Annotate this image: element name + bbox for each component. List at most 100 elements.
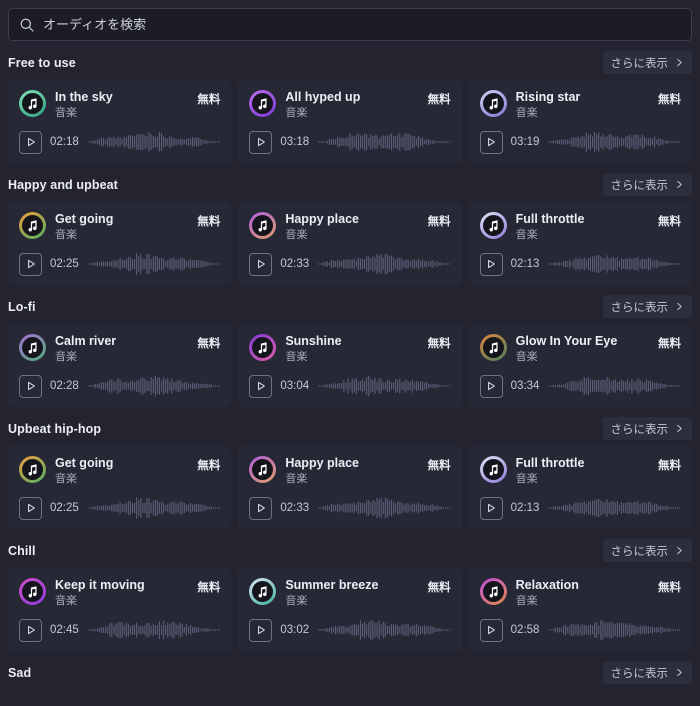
play-button[interactable] <box>19 496 42 520</box>
track-card-row: Calm river 音楽 無料 02:28 Sunshine 音楽 無料 03:04 Glow… <box>8 324 692 407</box>
search-icon <box>20 18 34 32</box>
track-card[interactable]: Full throttle 音楽 無料 02:13 <box>468 446 692 529</box>
play-triangle-icon <box>27 625 35 635</box>
play-button[interactable] <box>249 130 273 154</box>
section: Chill さらに表示 Keep it moving 音楽 無料 02:45 Summer … <box>8 538 692 651</box>
track-thumbnail <box>19 334 46 361</box>
play-button[interactable] <box>249 252 273 276</box>
track-card-header: Full throttle 音楽 無料 <box>479 212 681 243</box>
free-badge: 無料 <box>197 460 221 472</box>
track-thumbnail <box>479 212 507 239</box>
track-duration: 03:04 <box>280 380 310 392</box>
music-note-icon <box>489 342 498 354</box>
play-button[interactable] <box>19 618 42 642</box>
track-meta: Rising star 音楽 <box>516 90 652 121</box>
track-card-header: Get going 音楽 無料 <box>19 212 220 243</box>
track-card[interactable]: Full throttle 音楽 無料 02:13 <box>468 202 692 285</box>
waveform <box>88 497 220 519</box>
track-meta: All hyped up 音楽 <box>285 90 421 121</box>
play-button[interactable] <box>19 252 42 276</box>
music-note-icon <box>258 586 267 598</box>
track-card[interactable]: Rising star 音楽 無料 03:19 <box>468 80 692 163</box>
track-card[interactable]: Relaxation 音楽 無料 02:58 <box>468 568 692 651</box>
track-title: Full throttle <box>515 456 585 470</box>
show-more-button[interactable]: さらに表示 <box>602 173 692 196</box>
track-card[interactable]: Keep it moving 音楽 無料 02:45 <box>8 568 232 651</box>
free-badge: 無料 <box>657 338 681 350</box>
track-card-header: Summer breeze 音楽 無料 <box>249 578 451 609</box>
show-more-button[interactable]: さらに表示 <box>602 539 692 562</box>
track-card-header: Sunshine 音楽 無料 <box>249 334 451 365</box>
play-button[interactable] <box>479 252 503 276</box>
track-thumbnail <box>19 456 46 483</box>
search-box[interactable] <box>8 8 692 41</box>
track-title: All hyped up <box>285 90 361 104</box>
show-more-button[interactable]: さらに表示 <box>602 661 692 684</box>
track-title: Get going <box>55 456 114 470</box>
section: Happy and upbeat さらに表示 Get going 音楽 無料 02:25 H… <box>8 172 692 285</box>
track-duration: 02:18 <box>50 136 79 148</box>
play-triangle-icon <box>257 503 265 513</box>
track-title: Full throttle <box>515 212 585 226</box>
track-card[interactable]: Summer breeze 音楽 無料 03:02 <box>238 568 462 651</box>
free-badge: 無料 <box>657 216 681 228</box>
play-button[interactable] <box>19 374 42 398</box>
track-card-controls: 02:13 <box>479 252 681 276</box>
play-button[interactable] <box>19 130 42 154</box>
show-more-label: さらに表示 <box>610 545 669 558</box>
track-card[interactable]: Get going 音楽 無料 02:25 <box>8 202 232 285</box>
play-button[interactable] <box>479 374 503 398</box>
track-title: Rising star <box>515 90 581 104</box>
track-card[interactable]: Calm river 音楽 無料 02:28 <box>8 324 232 407</box>
play-triangle-icon <box>488 503 496 513</box>
track-card-header: Keep it moving 音楽 無料 <box>19 578 220 609</box>
track-card[interactable]: Happy place 音楽 無料 02:33 <box>238 446 462 529</box>
play-button[interactable] <box>479 618 503 642</box>
show-more-label: さらに表示 <box>610 667 669 680</box>
track-card[interactable]: Sunshine 音楽 無料 03:04 <box>238 324 462 407</box>
track-thumbnail <box>479 456 507 483</box>
track-subtitle: 音楽 <box>285 595 308 607</box>
track-card[interactable]: All hyped up 音楽 無料 03:18 <box>238 80 462 163</box>
play-button[interactable] <box>249 618 273 642</box>
search-bar-container <box>0 0 700 41</box>
play-button[interactable] <box>249 374 273 398</box>
track-card[interactable]: In the sky 音楽 無料 02:18 <box>8 80 232 163</box>
section-list: Free to use さらに表示 In the sky 音楽 無料 02:18 All h… <box>0 50 700 685</box>
section-title: Chill <box>8 543 36 558</box>
play-button[interactable] <box>479 130 503 154</box>
section-title: Free to use <box>8 55 76 70</box>
track-thumbnail <box>249 212 277 239</box>
play-triangle-icon <box>257 625 265 635</box>
track-card-controls: 03:04 <box>249 374 451 398</box>
music-note-icon <box>489 586 498 598</box>
search-input[interactable] <box>43 17 681 32</box>
track-card-controls: 02:33 <box>249 252 451 276</box>
show-more-button[interactable]: さらに表示 <box>602 417 692 440</box>
show-more-button[interactable]: さらに表示 <box>602 295 692 318</box>
section: Lo-fi さらに表示 Calm river 音楽 無料 02:28 Sunshine 音楽 無… <box>8 294 692 407</box>
waveform <box>318 375 451 397</box>
track-thumbnail <box>19 90 46 117</box>
play-triangle-icon <box>488 625 496 635</box>
audio-library-panel: Free to useさらに表示In the sky音楽無料02:18All h… <box>0 0 700 706</box>
track-duration: 02:33 <box>280 258 310 270</box>
play-button[interactable] <box>479 496 503 520</box>
track-thumbnail <box>249 578 277 605</box>
play-button[interactable] <box>249 496 273 520</box>
show-more-button[interactable]: さらに表示 <box>602 51 692 74</box>
track-card-row: In the sky 音楽 無料 02:18 All hyped up 音楽 無料 03:18… <box>8 80 692 163</box>
track-card[interactable]: Get going 音楽 無料 02:25 <box>8 446 232 529</box>
track-card[interactable]: Happy place 音楽 無料 02:33 <box>238 202 462 285</box>
track-card-controls: 03:18 <box>249 130 451 154</box>
music-note-icon <box>28 220 37 232</box>
free-badge: 無料 <box>657 94 681 106</box>
track-card[interactable]: Glow In Your Eye 音楽 無料 03:34 <box>468 324 692 407</box>
track-card-row: Get going 音楽 無料 02:25 Happy place 音楽 無料 02:33 Fu… <box>8 446 692 529</box>
chevron-right-icon <box>677 546 682 555</box>
track-meta: Sunshine 音楽 <box>285 334 421 365</box>
play-triangle-icon <box>257 259 265 269</box>
music-note-icon <box>28 586 37 598</box>
track-card-row: Get going 音楽 無料 02:25 Happy place 音楽 無料 02:33 Fu… <box>8 202 692 285</box>
track-duration: 02:25 <box>50 502 79 514</box>
